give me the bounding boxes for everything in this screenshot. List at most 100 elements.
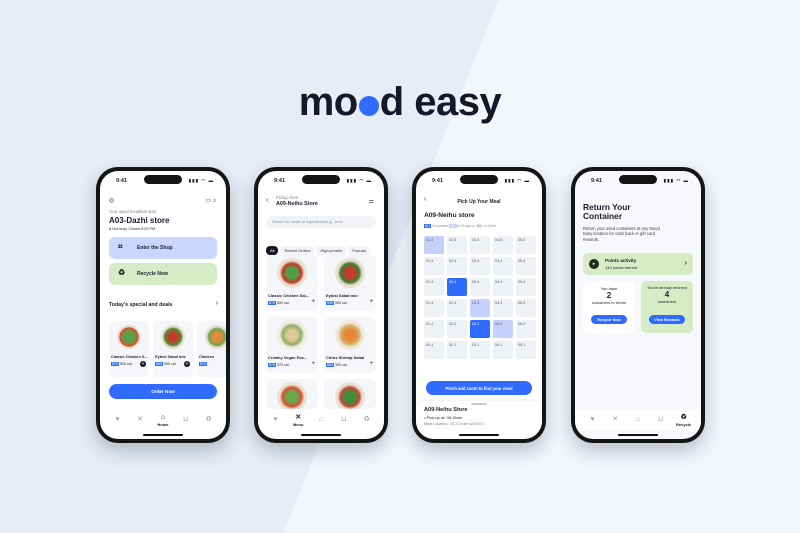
locker-cell[interactable]: 05-3: [516, 299, 536, 317]
locker-cell[interactable]: 05-4: [516, 257, 536, 275]
chip-high-protein[interactable]: High-protein: [316, 246, 347, 255]
item-cal: 500 cal.: [164, 362, 177, 366]
food-image: [205, 325, 226, 349]
menu-item[interactable]: [266, 379, 318, 412]
points-activity-card[interactable]: ▸ Points activity 140 points earned ›: [583, 253, 693, 275]
tab-home[interactable]: ⌂: [629, 416, 647, 424]
tab-menu[interactable]: ✕ Menu: [289, 414, 307, 427]
tab-menu[interactable]: ✕: [606, 416, 624, 424]
locker-cell[interactable]: 01-4: [424, 257, 444, 275]
store-name[interactable]: A03-Dazhi store: [109, 216, 169, 225]
locker-cell[interactable]: 05-5: [516, 236, 536, 254]
chevron-right-icon[interactable]: ›: [216, 300, 218, 307]
item-name: Classic Chicken S...: [111, 354, 148, 359]
menu-item[interactable]: Creamy Vegan Pas... $75 370 cal. +: [266, 317, 318, 373]
pinch-zoom-hint-button[interactable]: Pinch and zoom to find your meal: [426, 381, 532, 395]
add-icon[interactable]: +: [369, 361, 373, 367]
locker-cell[interactable]: 04-5: [493, 236, 513, 254]
locker-cell[interactable]: 02-5: [447, 236, 467, 254]
wallet-bell-icons[interactable]: ▭ ♪: [206, 197, 216, 204]
locker-cell[interactable]: 02-4: [447, 257, 467, 275]
tab-recycle[interactable]: ♻ Recycle: [675, 414, 693, 427]
returned-sub: containers: [657, 299, 677, 304]
pickup-label: Pickup from: [276, 195, 299, 200]
sheet-handle[interactable]: [471, 403, 487, 405]
chip-all[interactable]: All: [266, 246, 279, 255]
locker-cell[interactable]: 04-4: [493, 278, 513, 296]
tab-cart[interactable]: ⊔: [335, 416, 353, 424]
locker-cell[interactable]: 04-4: [493, 257, 513, 275]
recycle-now-button[interactable]: Recycle Now: [591, 315, 627, 324]
add-icon[interactable]: +: [369, 299, 373, 305]
have-sub: containers to return: [591, 300, 627, 305]
locker-cell[interactable]: 02-4: [447, 278, 467, 296]
item-price: $60: [326, 363, 334, 367]
tab-favorites[interactable]: ♥: [583, 416, 601, 424]
locker-cell[interactable]: 03-1: [470, 341, 490, 359]
menu-item[interactable]: [324, 379, 376, 412]
points-title: Points activity: [605, 258, 637, 263]
tab-recycle[interactable]: ♻: [200, 416, 218, 424]
locker-cell[interactable]: 02-2: [447, 320, 467, 338]
locker-cell[interactable]: 05-2: [516, 320, 536, 338]
order-now-button[interactable]: Order Now: [109, 384, 217, 399]
notch: [144, 175, 182, 184]
locker-cell[interactable]: 02-3: [447, 299, 467, 317]
menu-item[interactable]: Classic Chicken Sal... $75 500 cal. +: [266, 255, 318, 311]
menu-item[interactable]: Citrus Shrimp Salad $60 300 cal. +: [324, 317, 376, 373]
status-icons: ▮▮▮ ◠ ▬: [504, 178, 530, 183]
profile-icon[interactable]: ◎: [109, 197, 114, 204]
locker-cell[interactable]: 02-1: [447, 341, 467, 359]
special-item[interactable]: Eybisi Salad mix $65 500 cal. +: [153, 321, 193, 377]
pickup-store[interactable]: A09-Neihu Store: [276, 201, 318, 207]
add-icon[interactable]: +: [311, 361, 315, 367]
tab-favorites[interactable]: ♥: [108, 416, 126, 424]
tab-favorites[interactable]: ♥: [266, 416, 284, 424]
tab-cart[interactable]: ⊔: [177, 416, 195, 424]
special-item[interactable]: Classic Chicken S... $75 500 cal. +: [109, 321, 149, 377]
heart-icon: ♥: [273, 416, 278, 423]
menu-item[interactable]: Eybisi Salad mix $95 500 cal. +: [324, 255, 376, 311]
home-indicator: [301, 434, 341, 436]
add-icon[interactable]: +: [311, 299, 315, 305]
tab-label: Recycle: [676, 421, 692, 427]
locker-cell[interactable]: 01-5: [424, 236, 444, 254]
locker-cell[interactable]: 03-3: [470, 299, 490, 317]
tab-cart[interactable]: ⊔: [652, 416, 670, 424]
locker-cell[interactable]: 05-4: [516, 278, 536, 296]
locker-cell[interactable]: 03-2: [470, 320, 490, 338]
recycle-now-button[interactable]: ♻ Recycle Now: [109, 263, 217, 285]
tab-home[interactable]: ⌂ Home: [154, 414, 172, 427]
search-input[interactable]: Search for meals or ingredients(e.g., av…: [266, 216, 376, 228]
enter-shop-button[interactable]: ⌗ Enter the Shop: [109, 237, 217, 259]
locker-cell[interactable]: 04-1: [493, 341, 513, 359]
locker-cell[interactable]: 03-5: [470, 236, 490, 254]
legend-tag-order: A/1: [475, 224, 483, 228]
chip-recent[interactable]: Recent Orders: [280, 246, 315, 255]
locker-cell[interactable]: 01-2: [424, 320, 444, 338]
locker-cell[interactable]: 01-3: [424, 299, 444, 317]
tab-menu[interactable]: ✕: [131, 416, 149, 424]
tab-recycle[interactable]: ♻: [358, 416, 376, 424]
locker-cell[interactable]: 01-3: [424, 278, 444, 296]
heart-icon: ♥: [115, 416, 120, 423]
filter-icon[interactable]: ⚌: [369, 198, 374, 205]
back-icon[interactable]: ‹: [266, 197, 268, 204]
view-rewards-button[interactable]: View Rewards: [649, 315, 685, 324]
add-icon[interactable]: +: [184, 361, 190, 367]
locker-cell[interactable]: 03-4: [470, 278, 490, 296]
chip-popular[interactable]: Popular: [348, 246, 371, 255]
locker-cell[interactable]: 05-1: [516, 341, 536, 359]
add-icon[interactable]: +: [140, 361, 146, 367]
recycle-icon: ♻: [680, 413, 687, 421]
special-item[interactable]: Chicken $70: [197, 321, 226, 377]
notch: [460, 175, 498, 184]
brand-logo: mo d easy: [298, 80, 502, 124]
cart-icon: ⊔: [341, 416, 347, 423]
item-cal: 500 cal.: [277, 301, 290, 305]
locker-cell[interactable]: 04-3: [493, 299, 513, 317]
tab-home[interactable]: ⌂: [312, 416, 330, 424]
locker-cell[interactable]: 03-4: [470, 257, 490, 275]
locker-cell[interactable]: 01-1: [424, 341, 444, 359]
locker-cell[interactable]: 04-2: [493, 320, 513, 338]
